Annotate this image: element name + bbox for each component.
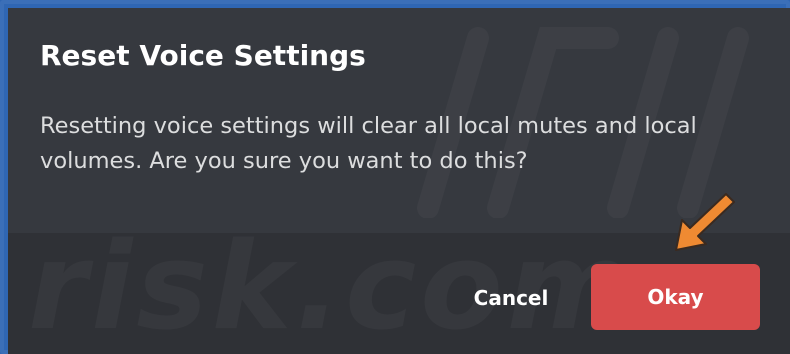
dialog-message: Resetting voice settings will clear all …: [40, 113, 697, 174]
reset-voice-settings-dialog: risk.com Reset Voice Settings Resetting …: [8, 8, 790, 354]
arrow-pointer-icon: [675, 193, 735, 251]
cancel-button[interactable]: Cancel: [451, 278, 571, 318]
dialog-title: Reset Voice Settings: [40, 39, 366, 72]
screenshot-frame: risk.com Reset Voice Settings Resetting …: [0, 0, 790, 354]
okay-button[interactable]: Okay: [591, 264, 760, 330]
